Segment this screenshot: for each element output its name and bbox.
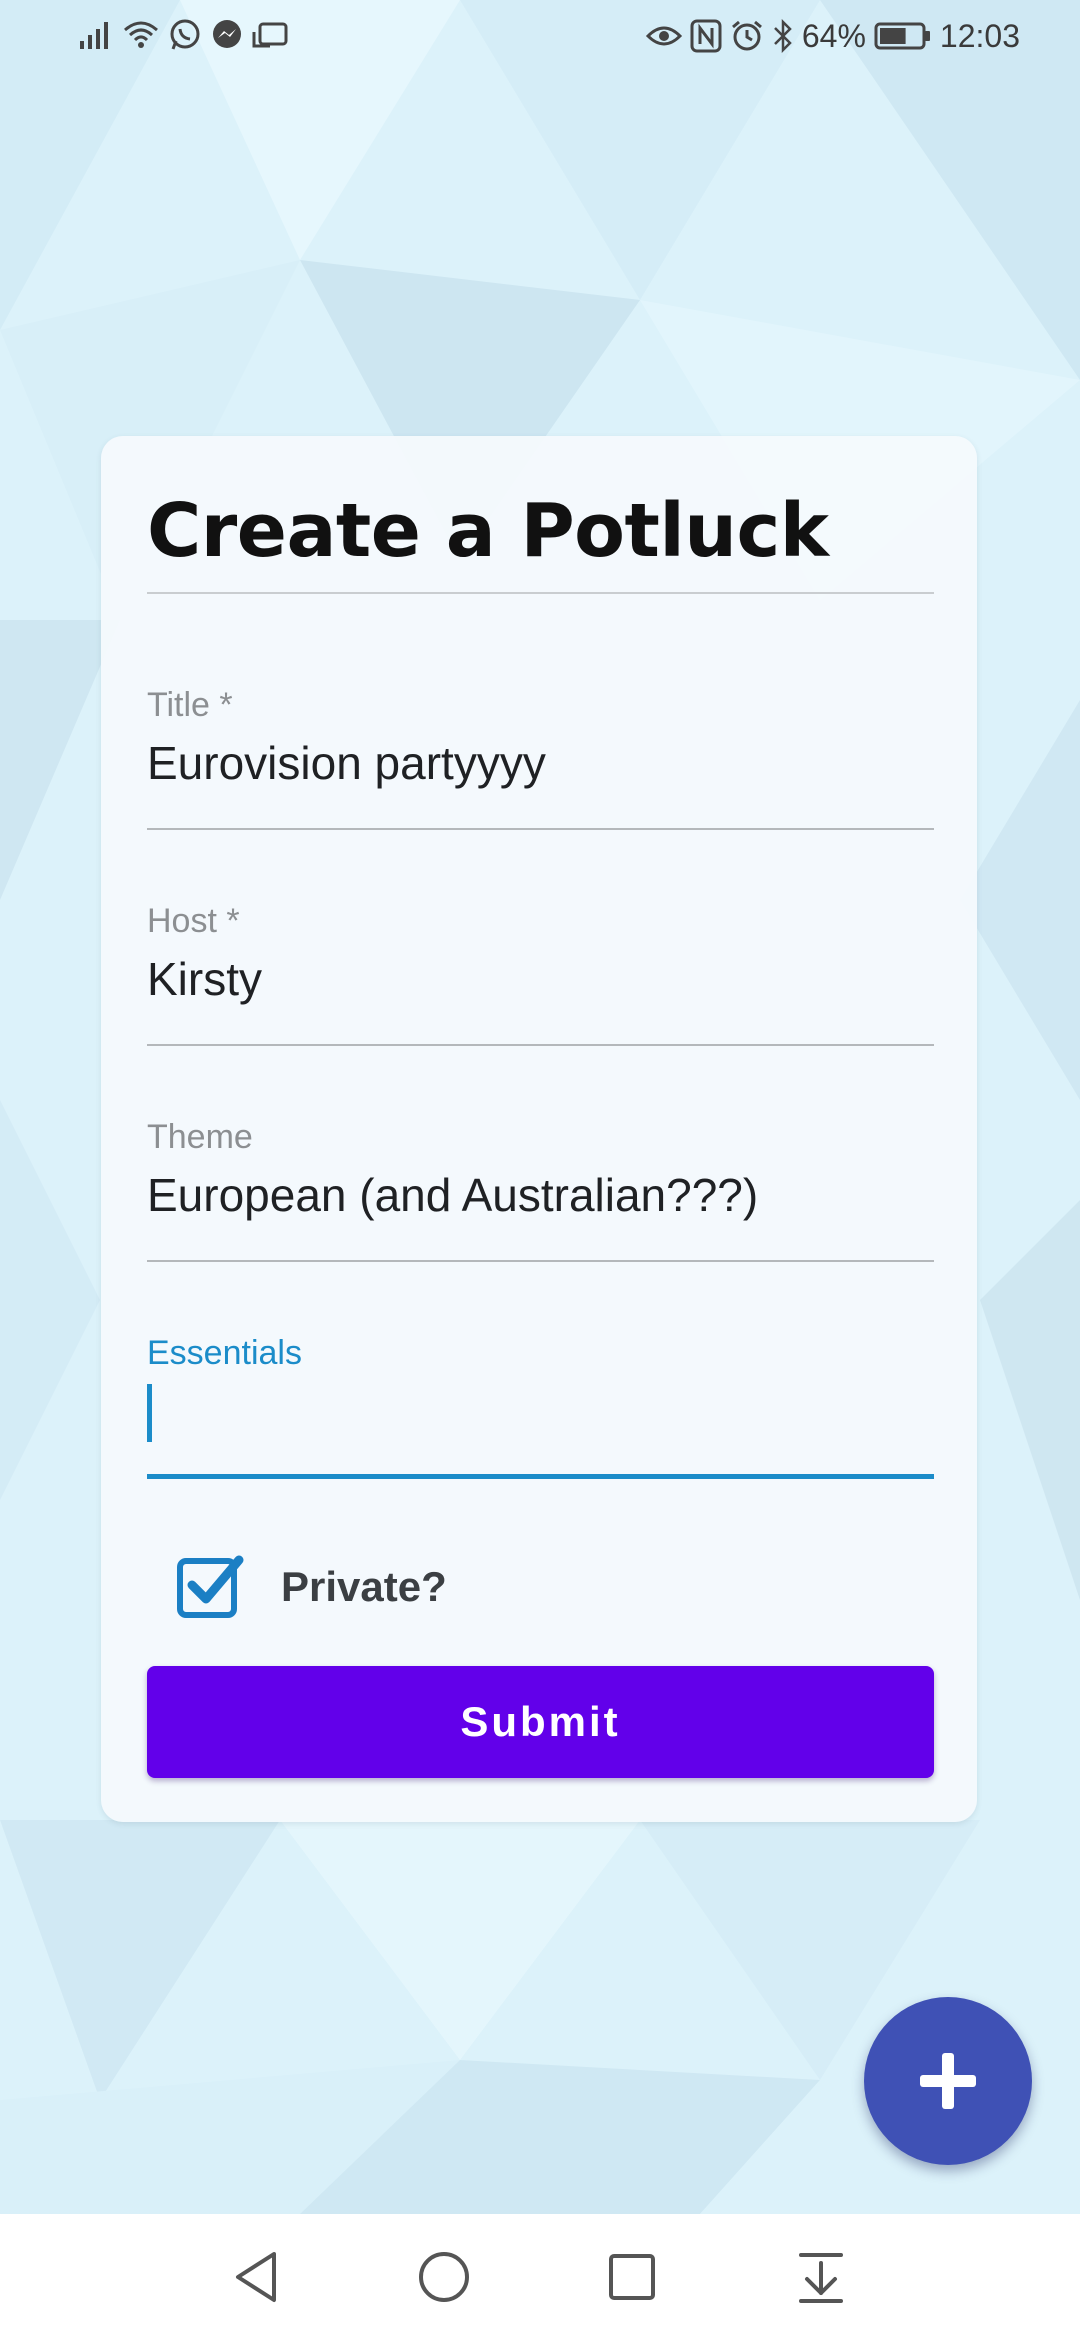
host-field[interactable]: Host * Kirsty <box>147 902 934 1046</box>
alarm-icon <box>731 20 762 51</box>
notification-shade-icon <box>799 2253 843 2303</box>
host-field-label: Host * <box>147 902 240 940</box>
plus-icon <box>920 2053 976 2109</box>
status-bar: 64% 12:03 <box>0 0 1080 72</box>
title-field-label: Title * <box>147 686 233 724</box>
title-input[interactable]: Eurovision partyyyy <box>147 736 934 790</box>
wifi-icon <box>124 21 158 48</box>
title-divider <box>147 592 934 594</box>
title-field-underline <box>147 828 934 830</box>
essentials-field-label: Essentials <box>147 1334 302 1372</box>
whatsapp-icon <box>170 19 200 50</box>
back-button[interactable] <box>221 2242 291 2312</box>
eye-icon <box>645 26 682 46</box>
host-input[interactable]: Kirsty <box>147 952 934 1006</box>
clock: 12:03 <box>939 18 1020 54</box>
title-field[interactable]: Title * Eurovision partyyyy <box>147 686 934 830</box>
theme-field-underline <box>147 1260 934 1262</box>
battery-percent: 64% <box>801 18 866 54</box>
navigation-bar <box>0 2214 1080 2340</box>
add-fab-button[interactable] <box>864 1997 1032 2165</box>
home-button[interactable] <box>409 2242 479 2312</box>
cast-icon <box>252 22 288 48</box>
recents-button[interactable] <box>597 2242 667 2312</box>
status-left-icons <box>78 18 290 52</box>
private-checkbox-label: Private? <box>281 1563 447 1610</box>
checkbox-checked-icon <box>177 1555 244 1618</box>
private-checkbox-row[interactable]: Private? <box>175 1552 447 1622</box>
battery-icon <box>874 22 930 50</box>
signal-icon <box>80 22 108 49</box>
back-icon <box>236 2252 276 2302</box>
nfc-icon <box>690 19 722 53</box>
essentials-field[interactable]: Essentials <box>147 1334 934 1480</box>
text-cursor <box>147 1384 152 1442</box>
notification-shade-button[interactable] <box>786 2242 856 2312</box>
create-potluck-card: Create a Potluck Title * Eurovision part… <box>101 436 977 1822</box>
theme-field[interactable]: Theme European (and Australian???) <box>147 1118 934 1262</box>
status-right-icons: 64% 12:03 <box>645 14 1020 58</box>
theme-field-label: Theme <box>147 1118 253 1156</box>
host-field-underline <box>147 1044 934 1046</box>
private-checkbox[interactable] <box>175 1552 245 1622</box>
messenger-icon <box>213 20 241 48</box>
essentials-field-underline <box>147 1474 934 1479</box>
theme-input[interactable]: European (and Australian???) <box>147 1168 934 1222</box>
home-icon <box>419 2252 469 2302</box>
submit-button[interactable]: Submit <box>147 1666 934 1778</box>
recents-icon <box>609 2254 655 2300</box>
bluetooth-icon <box>773 19 792 53</box>
page-title: Create a Potluck <box>147 488 829 574</box>
